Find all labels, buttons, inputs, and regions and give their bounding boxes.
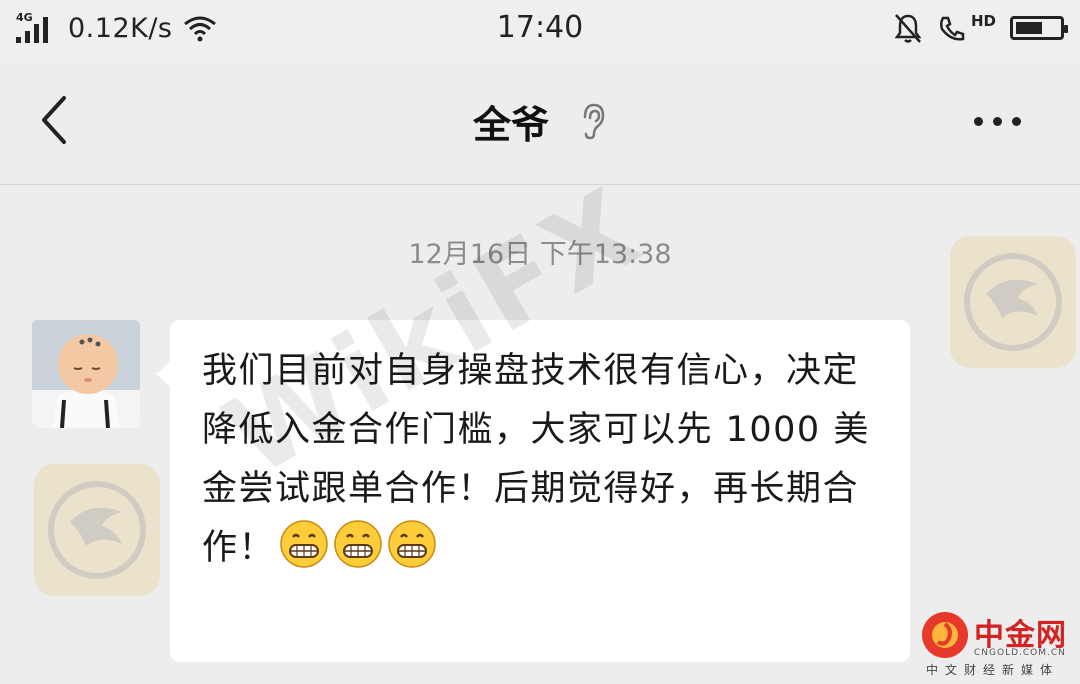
status-bar: 4G 0.12K/s 17:40 HD <box>0 0 1080 58</box>
grinning-emoji-icon <box>388 520 436 568</box>
grinning-emoji-icon <box>280 520 328 568</box>
avatar[interactable] <box>32 320 140 428</box>
cngold-logo-icon <box>922 612 968 658</box>
battery-icon <box>1010 16 1068 40</box>
more-dots-icon[interactable] <box>974 106 1034 136</box>
chat-header: 全爷 <box>0 58 1080 185</box>
contact-name[interactable]: 全爷 <box>473 94 549 149</box>
hd-label: HD <box>970 12 996 30</box>
ear-icon <box>583 103 605 140</box>
header-center: 全爷 <box>0 58 1080 184</box>
brand-tagline: 中文财经新媒体 <box>926 663 1060 677</box>
hd-call-icon <box>939 16 965 41</box>
brand-url: CNGOLD.COM.CN <box>974 648 1066 658</box>
mute-bell-icon <box>894 14 922 43</box>
status-right: HD <box>893 10 1068 46</box>
avatar-image <box>32 320 140 428</box>
battery-fill <box>1016 22 1043 34</box>
eagle-watermark-icon <box>34 464 160 596</box>
eagle-watermark-icon <box>950 236 1076 368</box>
grinning-emoji-icon <box>334 520 382 568</box>
cngold-logo: 中金网 CNGOLD.COM.CN 中文财经新媒体 <box>920 608 1076 678</box>
